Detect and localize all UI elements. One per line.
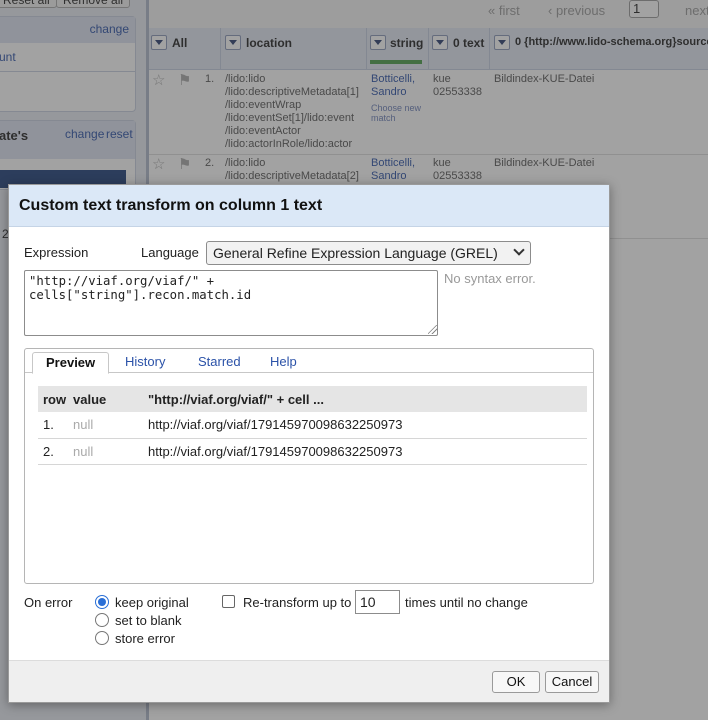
expression-input[interactable]: "http://viaf.org/viaf/" + cells["string"… [24,270,438,336]
store-error-label[interactable]: store error [115,631,175,646]
custom-transform-dialog: Custom text transform on column 1 text E… [8,184,610,703]
tabs-panel: Preview History Starred Help row value "… [24,348,594,584]
retransform-label: Re-transform up to [243,595,352,610]
on-error-label: On error [24,595,73,610]
retransform-checkbox[interactable] [222,595,235,608]
keep-original-label[interactable]: keep original [115,595,189,610]
language-label: Language [141,245,199,260]
preview-header-row: row value "http://viaf.org/viaf/" + cell… [38,386,587,412]
ok-button[interactable]: OK [492,671,540,693]
tabs-bar: Preview History Starred Help [25,349,593,374]
syntax-status: No syntax error. [444,271,536,286]
preview-value: null [68,412,143,439]
retransform-count-input[interactable] [355,590,400,614]
table-row: 2. null http://viaf.org/viaf/17914597009… [38,438,587,465]
preview-result: http://viaf.org/viaf/1791459700986322509… [143,412,587,439]
preview-row-number: 2. [38,438,68,465]
language-select[interactable]: General Refine Expression Language (GREL… [206,241,531,265]
tab-history[interactable]: History [112,352,178,374]
preview-col-row: row [38,386,68,412]
dialog-body: Expression Language General Refine Expre… [9,227,609,660]
tab-preview[interactable]: Preview [32,352,110,374]
dialog-title: Custom text transform on column 1 text [9,185,609,227]
radio-set-to-blank[interactable] [95,613,109,627]
chevron-down-icon [513,244,525,256]
preview-value: null [68,438,143,465]
cancel-button[interactable]: Cancel [545,671,599,693]
expression-label: Expression [24,245,89,260]
preview-result: http://viaf.org/viaf/1791459700986322509… [143,438,587,465]
retransform-suffix: times until no change [405,595,528,610]
radio-store-error[interactable] [95,631,109,645]
resize-grip-icon[interactable] [428,325,437,334]
tab-help[interactable]: Help [257,352,310,374]
tab-starred[interactable]: Starred [185,352,254,374]
dialog-footer: OK Cancel [9,660,609,702]
radio-keep-original[interactable] [95,595,109,609]
preview-row-number: 1. [38,412,68,439]
table-row: 1. null http://viaf.org/viaf/17914597009… [38,412,587,439]
preview-table: row value "http://viaf.org/viaf/" + cell… [38,386,587,465]
preview-col-expression: "http://viaf.org/viaf/" + cell ... [143,386,587,412]
language-select-value: General Refine Expression Language (GREL… [213,245,498,261]
preview-col-value: value [68,386,143,412]
set-to-blank-label[interactable]: set to blank [115,613,182,628]
